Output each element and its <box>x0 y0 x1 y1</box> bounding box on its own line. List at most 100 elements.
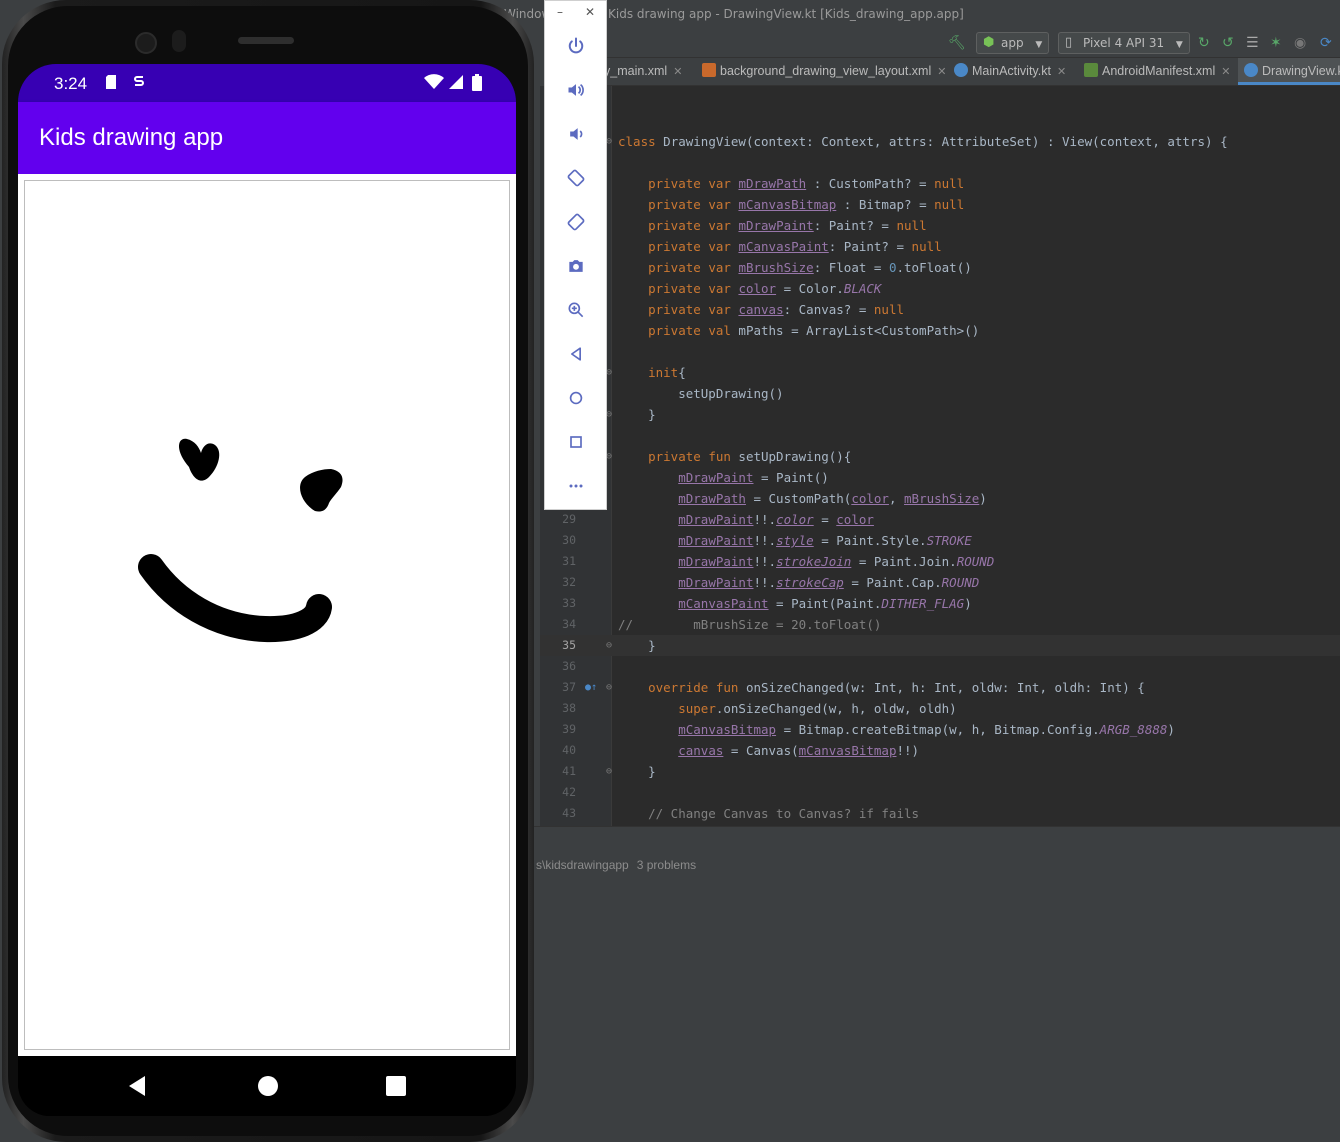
tab-android-manifest[interactable]: AndroidManifest.xml ✕ <box>1084 58 1230 85</box>
nav-overview-button[interactable] <box>384 1074 408 1098</box>
code-line[interactable]: 34 // mBrushSize = 20.toFloat() <box>540 614 1340 635</box>
debug-bug-icon[interactable]: ✶ <box>1270 34 1282 52</box>
code-text: canvas = Canvas(mCanvasBitmap!!) <box>678 743 920 758</box>
code-line[interactable]: 43 // Change Canvas to Canvas? if fails <box>540 803 1340 824</box>
tab-background-drawing-view-layout[interactable]: background_drawing_view_layout.xml ✕ <box>702 58 946 85</box>
code-text: mDrawPaint!!.color = color <box>678 512 874 527</box>
profile-icon[interactable]: ◉ <box>1294 34 1306 52</box>
drawing-strokes <box>138 438 343 643</box>
zoom-button[interactable] <box>561 295 591 325</box>
code-line[interactable]: private var color = Color.BLACK <box>540 278 1340 299</box>
android-icon: ⬢ <box>983 35 995 50</box>
code-line[interactable]: ⊖ class DrawingView(context: Context, att… <box>540 131 1340 152</box>
mouth-stroke <box>138 554 332 643</box>
code-line[interactable]: mDrawPaint = Paint() <box>540 467 1340 488</box>
minimize-icon[interactable]: – <box>557 5 563 19</box>
nav-back-button[interactable] <box>126 1074 150 1098</box>
build-hammer-icon[interactable]: 🔨︎ <box>948 34 966 52</box>
code-line[interactable]: 42 <box>540 782 1340 803</box>
code-line[interactable]: 37 ●↑ ⊖ override fun onSizeChanged(w: Int,… <box>540 677 1340 698</box>
power-button[interactable] <box>561 31 591 61</box>
code-text: private var mCanvasBitmap : Bitmap? = nu… <box>648 197 965 212</box>
fold-marker-icon[interactable]: ⊖ <box>606 677 612 698</box>
code-text: mDrawPaint!!.style = Paint.Style.STROKE <box>678 533 972 548</box>
tab-drawing-view-kt[interactable]: DrawingView.k <box>1238 58 1340 85</box>
code-line[interactable]: 32 mDrawPaint!!.strokeCap = Paint.Cap.RO… <box>540 572 1340 593</box>
home-button[interactable] <box>561 383 591 413</box>
code-text: mDrawPaint!!.strokeCap = Paint.Cap.ROUND <box>678 575 980 590</box>
tab-label: DrawingView.k <box>1262 64 1340 78</box>
screenshot-button[interactable] <box>561 251 591 281</box>
tab-activity-main-xml[interactable]: y_main.xml ✕ <box>604 58 682 85</box>
kotlin-file-icon <box>1244 63 1258 77</box>
line-number: 33 <box>562 596 576 610</box>
code-line[interactable]: 38 super.onSizeChanged(w, h, oldw, oldh) <box>540 698 1340 719</box>
code-line[interactable] <box>540 425 1340 446</box>
volume-down-button[interactable] <box>561 119 591 149</box>
code-line[interactable]: ⊖ private fun setUpDrawing(){ <box>540 446 1340 467</box>
phone-emulator: 3:24 Kids drawing app <box>2 0 534 1142</box>
tab-main-activity-kt[interactable]: MainActivity.kt ✕ <box>954 58 1066 85</box>
apply-changes-icon[interactable]: ↻ <box>1198 34 1210 52</box>
power-icon <box>568 37 584 54</box>
code-line[interactable] <box>540 341 1340 362</box>
close-icon[interactable]: ✕ <box>585 5 595 19</box>
line-number: 31 <box>562 554 576 568</box>
code-line[interactable]: setUpDrawing() <box>540 383 1340 404</box>
device-combo[interactable]: ▯ Pixel 4 API 31 ▼ <box>1058 32 1190 54</box>
code-line[interactable]: private var mDrawPaint: Paint? = null <box>540 215 1340 236</box>
close-icon[interactable]: ✕ <box>1057 66 1066 78</box>
code-line[interactable]: ⊖ init{ <box>540 362 1340 383</box>
rotate-left-button[interactable] <box>561 163 591 193</box>
fold-marker-icon[interactable]: ⊖ <box>606 635 612 656</box>
run-config-label: app <box>1001 36 1024 50</box>
close-icon[interactable]: ✕ <box>673 66 682 78</box>
code-line[interactable]: 36 <box>540 656 1340 677</box>
code-line[interactable]: 41 ⊖ } <box>540 761 1340 782</box>
code-line[interactable]: private var mDrawPath : CustomPath? = nu… <box>540 173 1340 194</box>
code-line[interactable]: private val mPaths = ArrayList<CustomPat… <box>540 320 1340 341</box>
code-line[interactable]: 35 ⊖ } <box>540 635 1340 656</box>
nav-home-button[interactable] <box>256 1074 280 1098</box>
line-number: 40 <box>562 743 576 757</box>
close-icon[interactable]: ✕ <box>937 66 946 78</box>
rotate-right-button[interactable] <box>561 207 591 237</box>
override-marker-icon[interactable]: ●↑ <box>585 677 597 698</box>
code-line[interactable]: 29 mDrawPaint!!.color = color <box>540 509 1340 530</box>
code-line[interactable]: private var mBrushSize: Float = 0.toFloa… <box>540 257 1340 278</box>
code-text: private var mDrawPaint: Paint? = null <box>648 218 927 233</box>
code-line[interactable] <box>540 152 1340 173</box>
more-button[interactable] <box>561 471 591 501</box>
run-list-icon[interactable]: ☰ <box>1246 34 1259 52</box>
problems-count[interactable]: 3 problems <box>637 858 696 872</box>
overview-button[interactable] <box>561 427 591 457</box>
code-line[interactable]: 31 mDrawPaint!!.strokeJoin = Paint.Join.… <box>540 551 1340 572</box>
code-text: } <box>618 764 656 779</box>
back-button[interactable] <box>561 339 591 369</box>
close-icon[interactable]: ✕ <box>1221 66 1230 78</box>
code-editor[interactable]: ⊖ class DrawingView(context: Context, att… <box>540 86 1340 826</box>
code-line[interactable]: private var mCanvasPaint: Paint? = null <box>540 236 1340 257</box>
code-line[interactable]: private var canvas: Canvas? = null <box>540 299 1340 320</box>
project-path[interactable]: s\kidsdrawingapp <box>536 858 629 872</box>
code-line[interactable]: 40 canvas = Canvas(mCanvasBitmap!!) <box>540 740 1340 761</box>
android-status-bar: 3:24 <box>18 64 516 102</box>
app-content <box>18 174 516 1056</box>
apply-code-changes-icon[interactable]: ↺ <box>1222 34 1234 52</box>
volume-up-button[interactable] <box>561 75 591 105</box>
code-line[interactable]: 39 mCanvasBitmap = Bitmap.createBitmap(w… <box>540 719 1340 740</box>
fold-marker-icon[interactable]: ⊖ <box>606 761 612 782</box>
code-line[interactable]: ⊖ } <box>540 404 1340 425</box>
code-line[interactable]: 33 mCanvasPaint = Paint(Paint.DITHER_FLA… <box>540 593 1340 614</box>
rotate-right-icon <box>567 213 585 231</box>
code-text: mDrawPath = CustomPath(color, mBrushSize… <box>678 491 987 506</box>
sync-icon[interactable]: ⟳ <box>1320 34 1332 52</box>
drawing-canvas[interactable] <box>24 180 510 1050</box>
code-line[interactable]: mDrawPath = CustomPath(color, mBrushSize… <box>540 488 1340 509</box>
code-line[interactable]: private var mCanvasBitmap : Bitmap? = nu… <box>540 194 1340 215</box>
code-text: class DrawingView(context: Context, attr… <box>618 134 1228 149</box>
code-line[interactable]: 30 mDrawPaint!!.style = Paint.Style.STRO… <box>540 530 1340 551</box>
run-config-combo[interactable]: ⬢ app ▼ <box>976 32 1050 54</box>
left-eye-stroke <box>179 438 220 481</box>
line-number: 41 <box>562 764 576 778</box>
